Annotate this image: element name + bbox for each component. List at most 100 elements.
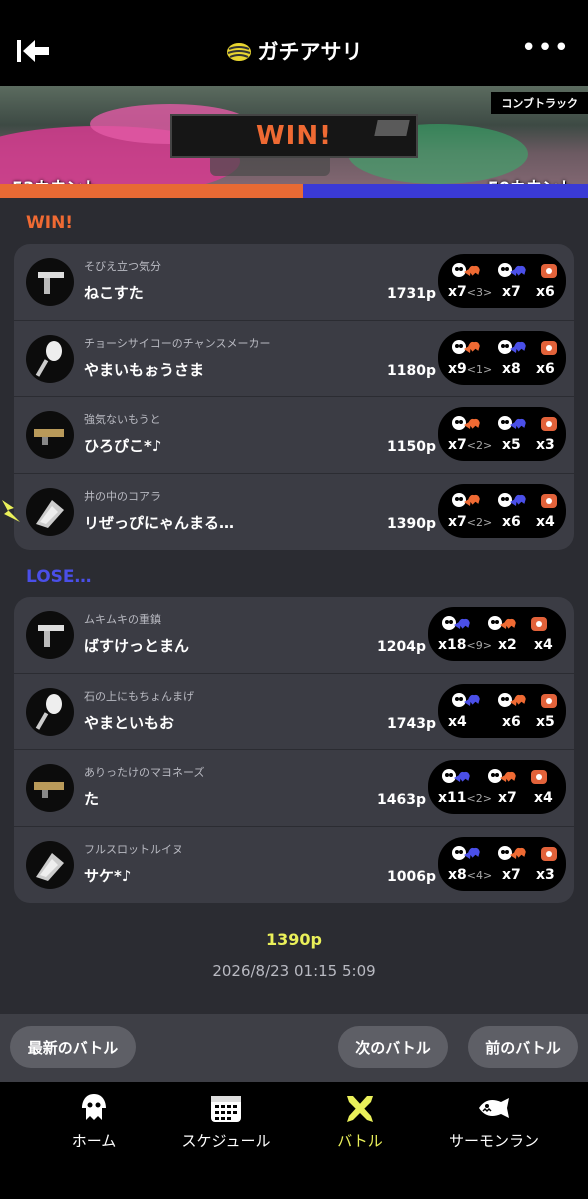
ink-splat-icon [466,339,482,357]
ink-splat-icon [512,492,528,510]
weapon-icon [26,764,74,812]
player-name: ばすけっとまん [84,637,190,655]
next-battle-button[interactable]: 次のバトル [338,1026,448,1068]
death-count: x8 [502,360,521,377]
player-stats: x7<2> x5 x3 [438,407,566,461]
app-header: ガチアサリ ••• [0,0,588,86]
result-text: WIN! [256,121,332,151]
battle-nav-strip: 最新のバトル 次のバトル 前のバトル [0,1014,588,1082]
clam-blitz-icon [226,43,251,61]
tab-home-label: ホーム [71,1132,117,1150]
assist-count: <1> [466,362,493,376]
player-row[interactable]: フルスロットルイヌ サケ*♪ 1006p x8<4> x7 x3 [14,827,574,904]
weapon-icon [26,687,74,736]
player-stats: x7<3> x7 x6 [438,254,566,308]
special-icon [538,492,560,510]
player-stats: x8<4> x7 x3 [438,836,566,891]
kill-count: x8<4> [448,866,493,883]
special-count: x3 [536,437,555,453]
special-count: x5 [536,713,555,730]
squid-home-icon [82,1094,106,1120]
stage-name: コンブトラック [491,92,588,114]
weapon-icon [26,611,74,659]
ink-splat-icon [512,845,528,863]
page-title-text: ガチアサリ [257,40,363,64]
ink-splat-icon [512,339,528,357]
special-count: x6 [536,360,555,377]
player-paint: 1150p [387,439,436,455]
player-stats: x18<9> x2 x4 [428,607,566,661]
weapon-icon [26,334,74,383]
player-row[interactable]: 石の上にもちょんまげ やまといもお 1743p x4 x6 x5 [14,674,574,750]
latest-battle-button[interactable]: 最新のバトル [10,1026,136,1068]
assist-count: <2> [466,792,492,805]
assist-count: <3> [466,286,493,299]
death-count: x7 [502,284,521,300]
special-icon [528,615,550,633]
tab-home[interactable]: ホーム [24,1092,164,1151]
lose-team-label: LOSE… [26,567,92,587]
kill-count: x11<2> [438,790,492,806]
self-marker-icon [2,500,20,522]
player-byname: フルスロットルイヌ [84,842,183,856]
death-count: x7 [498,790,517,806]
special-icon [538,339,560,357]
ink-splat-icon [466,415,482,433]
assist-count: <9> [466,639,492,652]
special-count: x3 [536,866,555,883]
player-stats: x11<2> x7 x4 [428,760,566,814]
weapon-icon [26,258,74,306]
special-count: x6 [536,284,555,300]
kill-count: x7<3> [448,284,493,300]
ink-splat-icon [466,692,482,710]
crossed-weapons-icon [347,1096,373,1122]
more-dots-icon[interactable]: ••• [521,35,570,61]
battle-timestamp: 2026/8/23 01:15 5:09 [212,962,376,980]
assist-count: <4> [466,868,493,882]
player-byname: チョーシサイコーのチャンスメーカー [84,336,271,350]
player-byname: ありったけのマヨネーズ [84,766,205,779]
special-icon [538,262,560,280]
ink-splat-icon [502,768,518,786]
player-row[interactable]: ムキムキの重鎮ばすけっとまん 1204p x18<9> x2 x4 [14,597,574,674]
prev-battle-button[interactable]: 前のバトル [468,1026,578,1068]
win-team-card: そびえ立つ気分 ねこすた 1731p x7<3> x7 x6 チョーシサイコーのチャンスメー… [14,244,574,550]
player-paint: 1390p [387,515,436,532]
player-row[interactable]: ありったけのマヨネーズた 1463p x11<2> x7 x4 [14,750,574,827]
ink-splat-icon [512,692,528,710]
kill-count: x7<2> [448,513,493,530]
player-row[interactable]: チョーシサイコーのチャンスメーカー やまいもぉうさま 1180p x9<1> x8 x6 [14,321,574,397]
death-count: x7 [502,866,521,883]
tab-battle[interactable]: バトル [290,1092,430,1151]
player-byname: ムキムキの重鎮 [84,613,161,626]
player-byname: 井の中のコアラ [84,489,161,503]
player-stats: x9<1> x8 x6 [438,330,566,385]
death-count: x5 [502,437,521,453]
special-count: x4 [534,790,553,806]
player-paint: 1180p [387,362,436,379]
player-stats: x7<2> x6 x4 [438,483,566,538]
player-byname: 強気ないもうと [84,413,161,426]
player-paint: 1204p [377,639,426,655]
player-row[interactable]: 強気ないもうと ひろぴこ*♪ 1150p x7<2> x5 x3 [14,397,574,474]
ink-splat-icon [466,492,482,510]
player-row[interactable]: そびえ立つ気分 ねこすた 1731p x7<3> x7 x6 [14,244,574,321]
player-row[interactable]: 井の中のコアラ リぜっぴにゃんまる… 1390p x7<2> x6 x4 [14,474,574,551]
kill-count: x4 [448,713,467,730]
ink-splat-icon [512,262,528,280]
kill-count: x9<1> [448,360,493,377]
player-name: ひろぴこ*♪ [84,437,162,455]
tab-schedule-label: スケジュール [181,1132,271,1150]
tab-salmon-run[interactable]: サーモンラン [424,1092,564,1151]
assist-count: <2> [466,439,493,452]
stage-banner: コンブトラック WIN! 53カウント 50カウント [0,86,588,198]
special-icon [538,415,560,433]
player-byname: そびえ立つ気分 [84,260,161,273]
win-team-label: WIN! [26,213,74,233]
special-icon [528,768,550,786]
tab-schedule[interactable]: スケジュール [156,1092,296,1151]
ink-splat-icon [502,615,518,633]
player-stats: x4 x6 x5 [438,683,566,738]
player-paint: 1006p [387,868,436,885]
player-name: ねこすた [84,284,144,302]
